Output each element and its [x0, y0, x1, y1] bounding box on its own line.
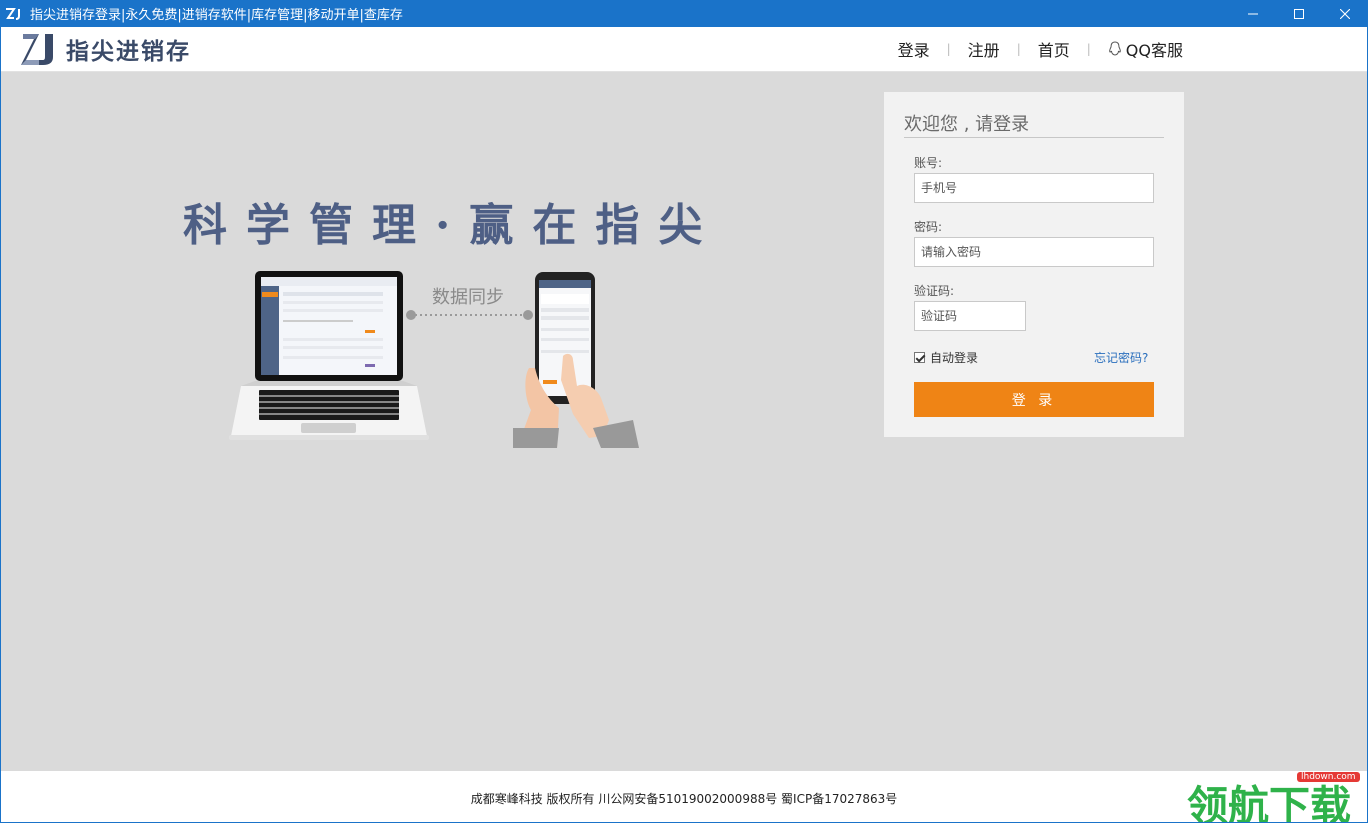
- nav-login-link[interactable]: 登录: [898, 37, 930, 61]
- zj-logo-icon: [21, 34, 53, 65]
- login-panel: 欢迎您 , 请登录 账号: 密码: 验证码: 自动登录 忘记密码? 登 录: [884, 92, 1184, 437]
- site-header: 指尖进销存 登录 | 注册 | 首页 | QQ客服: [1, 27, 1367, 72]
- sync-label: 数据同步: [432, 287, 504, 308]
- qq-penguin-icon: [1108, 41, 1121, 56]
- captcha-label: 验证码:: [914, 284, 955, 298]
- maximize-button[interactable]: [1276, 0, 1322, 27]
- phone-illustration: [513, 272, 639, 448]
- forgot-password-link[interactable]: 忘记密码?: [1094, 349, 1148, 366]
- nav-qq-service-link[interactable]: QQ客服: [1108, 37, 1183, 61]
- login-submit-button[interactable]: 登 录: [914, 382, 1154, 417]
- top-nav: 登录 | 注册 | 首页 | QQ客服: [898, 27, 1183, 71]
- nav-register-link[interactable]: 注册: [968, 37, 1000, 61]
- footer-copyright: 成都寒峰科技 版权所有 川公网安备51019002000988号 蜀ICP备17…: [470, 792, 898, 806]
- nav-separator: |: [1016, 42, 1021, 56]
- logo-text: 指尖进销存: [66, 39, 191, 65]
- watermark-url: lhdown.com: [1297, 772, 1360, 782]
- close-button[interactable]: [1322, 0, 1368, 27]
- main-content: 科学管理·赢在指尖 数据同步 欢迎您 , 请登录 账号: 手机号 密码: 验证码…: [1, 72, 1367, 771]
- hero-slogan: 科学管理·赢在指尖: [183, 200, 722, 251]
- account-input[interactable]: [914, 173, 1154, 203]
- qq-service-label: QQ客服: [1125, 41, 1183, 60]
- auto-login-checkbox[interactable]: [914, 352, 925, 363]
- nav-separator: |: [946, 42, 951, 56]
- minimize-button[interactable]: [1230, 0, 1276, 27]
- login-title-divider: [904, 137, 1164, 138]
- site-logo[interactable]: 指尖进销存: [21, 31, 191, 67]
- app-logo-icon: [6, 7, 20, 20]
- captcha-input[interactable]: [914, 301, 1026, 331]
- window-titlebar: 指尖进销存登录|永久免费|进销存软件|库存管理|移动开单|查库存: [0, 0, 1368, 27]
- minimize-icon: [1248, 13, 1258, 14]
- login-title: 欢迎您 , 请登录: [904, 114, 1030, 135]
- laptop-illustration: [229, 271, 429, 440]
- auto-login-option[interactable]: 自动登录: [914, 349, 978, 366]
- account-label: 账号:: [914, 156, 943, 170]
- password-input[interactable]: [914, 237, 1154, 267]
- password-label: 密码:: [914, 220, 943, 234]
- site-footer: 成都寒峰科技 版权所有 川公网安备51019002000988号 蜀ICP备17…: [1, 771, 1367, 823]
- nav-home-link[interactable]: 首页: [1038, 37, 1070, 61]
- maximize-icon: [1294, 8, 1304, 19]
- window-title: 指尖进销存登录|永久免费|进销存软件|库存管理|移动开单|查库存: [30, 8, 403, 23]
- close-icon: [1340, 8, 1350, 19]
- sync-connector: [406, 310, 533, 320]
- download-site-watermark: 领航下载 lhdown.com: [1187, 772, 1367, 823]
- auto-login-label: 自动登录: [930, 351, 979, 365]
- nav-separator: |: [1086, 42, 1091, 56]
